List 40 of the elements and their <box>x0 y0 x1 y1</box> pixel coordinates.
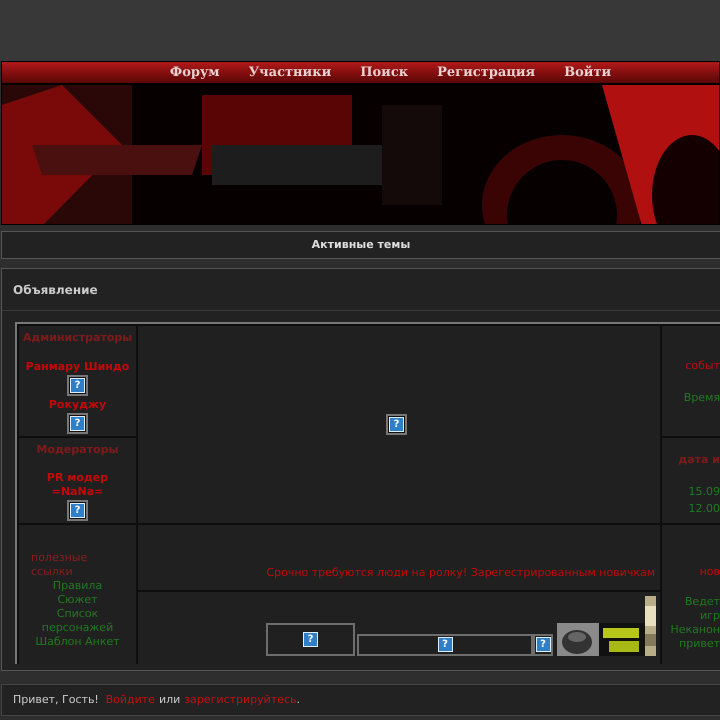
column-heading: дата и <box>678 452 720 468</box>
member-name[interactable]: PR модер =NaNa= <box>46 471 108 500</box>
broken-image-icon: ? <box>386 414 407 434</box>
links-heading: полезные ссылки <box>31 550 88 578</box>
member-name[interactable]: Рокуджу <box>48 398 106 412</box>
register-link[interactable]: зарегистрируйтесь <box>184 692 296 708</box>
broken-image-icon: ? <box>303 632 318 646</box>
column-heading: событ <box>685 358 720 374</box>
group-heading: Администраторы <box>22 330 132 346</box>
nav-link[interactable]: Участники <box>248 62 332 82</box>
broken-image-icon: ? <box>438 637 452 652</box>
greeting-text: Привет, Гость! <box>13 692 99 708</box>
login-link[interactable]: Войдите <box>106 692 155 708</box>
info-text: Ведет <box>684 594 720 608</box>
nav-link[interactable]: Форум <box>170 62 220 82</box>
link-item[interactable]: Список персонажей <box>31 606 124 634</box>
broken-image-icon: ? <box>67 500 88 520</box>
column-heading: нов <box>700 564 720 578</box>
broken-image-icon: ? <box>536 637 550 652</box>
link-item[interactable]: Сюжет <box>57 592 98 606</box>
group-heading: Модераторы <box>36 442 118 458</box>
nav-link[interactable]: Поиск <box>360 62 408 82</box>
nav-link[interactable]: Регистрация <box>437 62 536 82</box>
footer-text: . <box>296 692 300 708</box>
footer-text: или <box>158 692 180 708</box>
active-topics-heading: Активные темы <box>312 236 410 253</box>
notice-text: Срочно требуются люди на ролку! Зарегестрированным новичкам <box>266 565 655 581</box>
panel-title: Объявление <box>13 282 98 299</box>
link-item[interactable]: Правила <box>52 578 102 592</box>
info-text: Неканон <box>670 622 720 636</box>
member-name[interactable]: Ранмару Шиндо <box>26 360 130 374</box>
info-text: 12.00 <box>688 500 720 516</box>
broken-image-icon: ? <box>67 374 88 396</box>
broken-image-icon: ? <box>67 412 88 434</box>
info-text: привет <box>679 636 720 650</box>
nav-link[interactable]: Войти <box>564 62 612 82</box>
info-text: игр <box>700 608 720 622</box>
info-text: 15.09 <box>688 484 720 500</box>
info-text: Время <box>684 390 720 406</box>
link-item[interactable]: Шаблон Анкет <box>35 634 120 648</box>
